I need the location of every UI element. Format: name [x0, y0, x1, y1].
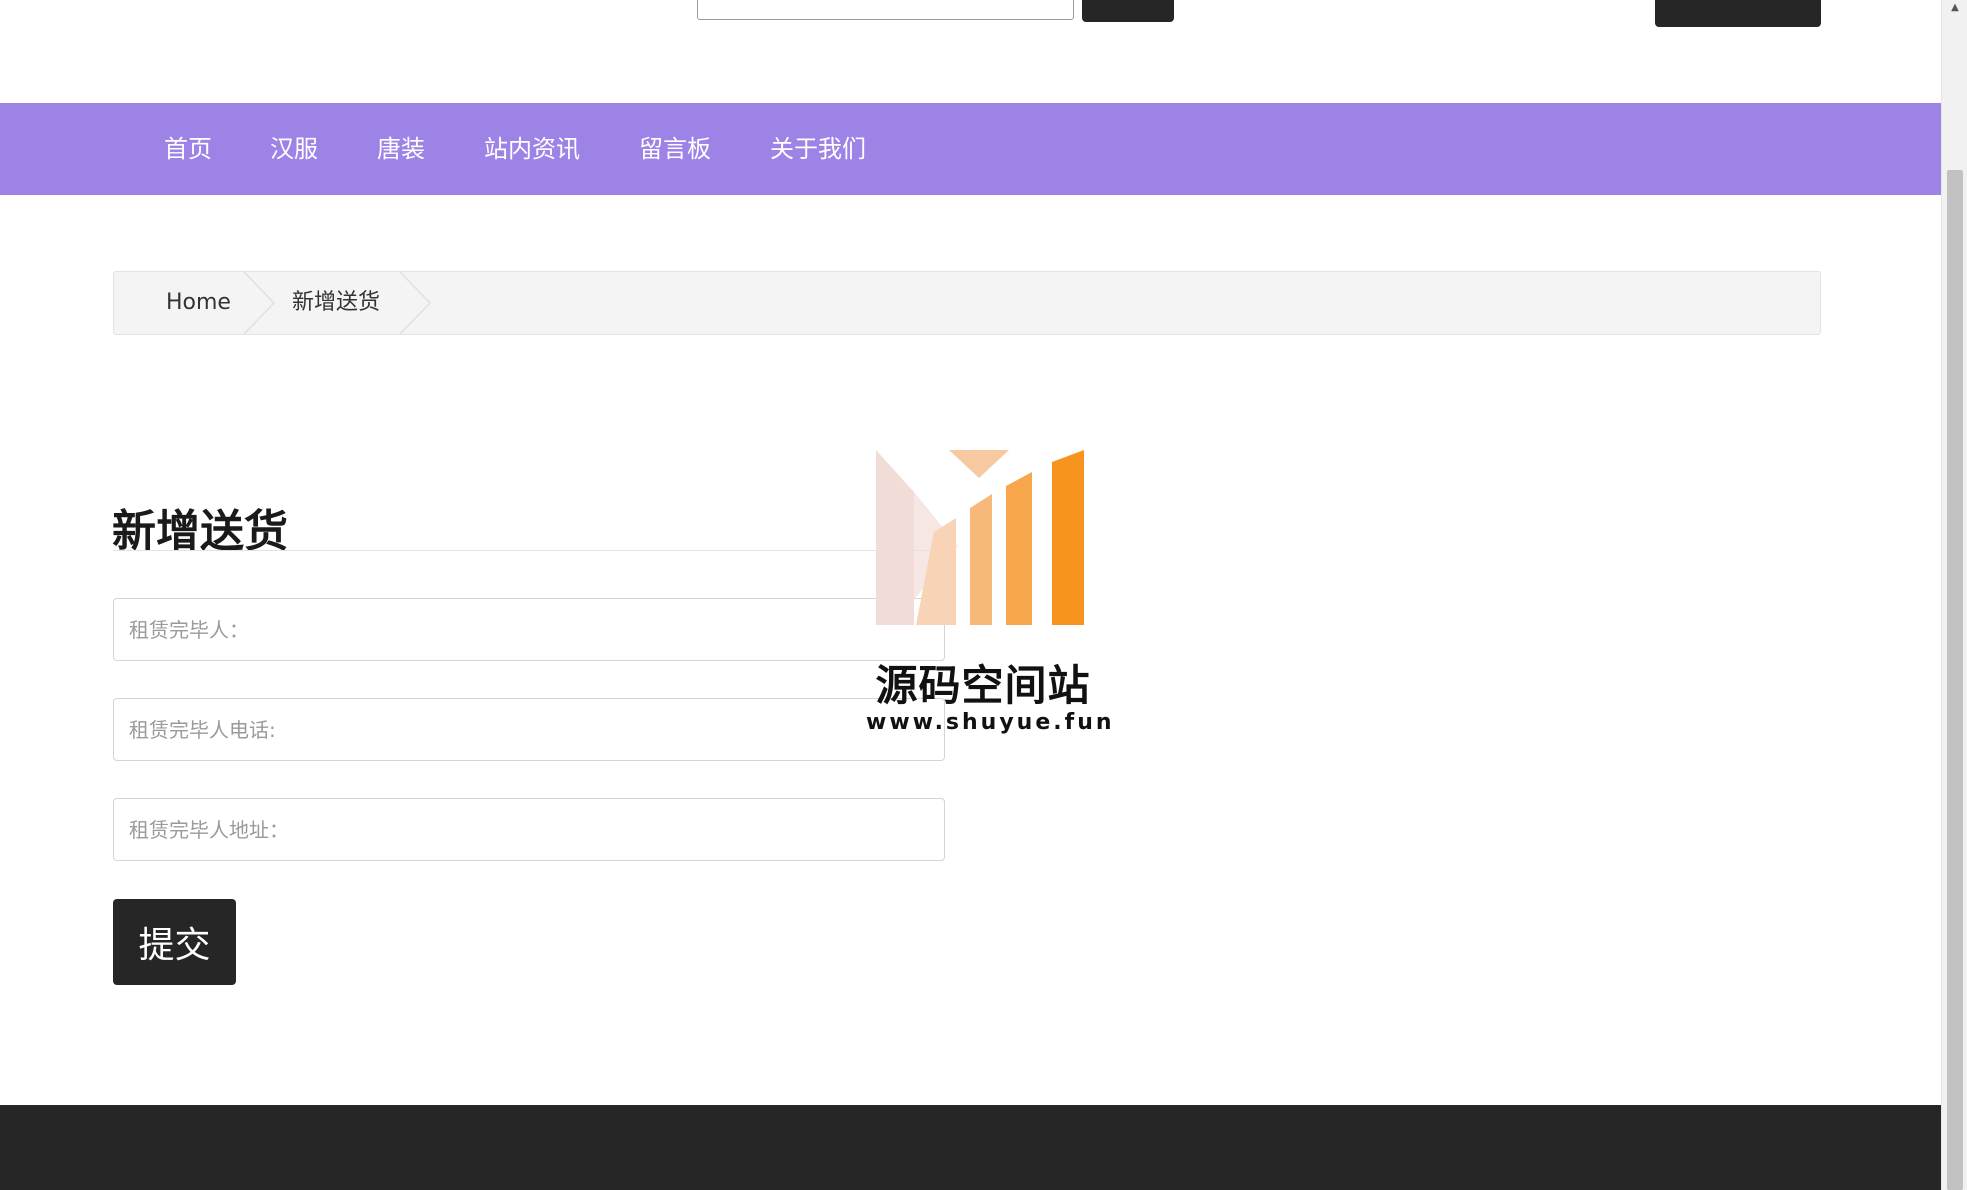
nav-item-hanfu[interactable]: 汉服 [270, 103, 318, 195]
top-right-button[interactable] [1655, 0, 1821, 27]
submit-button[interactable]: 提交 [113, 899, 236, 985]
breadcrumb-separator-icon [243, 272, 276, 334]
nav-item-about-us[interactable]: 关于我们 [770, 103, 866, 195]
renter-phone-input[interactable] [113, 698, 945, 761]
breadcrumb-separator-icon [399, 272, 432, 334]
watermark-url: www.shuyue.fun [866, 710, 1115, 735]
renter-address-input[interactable] [113, 798, 945, 861]
scrollbar-thumb[interactable] [1947, 170, 1963, 1190]
nav-item-message-board[interactable]: 留言板 [639, 103, 711, 195]
nav-item-news[interactable]: 站内资讯 [484, 103, 580, 195]
watermark-title: 源码空间站 [875, 661, 1091, 710]
footer [0, 1105, 1941, 1190]
title-divider [113, 550, 945, 551]
breadcrumb-home[interactable]: Home [166, 272, 231, 334]
nav-item-home[interactable]: 首页 [164, 103, 212, 195]
top-search-button[interactable] [1082, 0, 1174, 22]
breadcrumb-current: 新增送货 [292, 290, 381, 315]
renter-name-input[interactable] [113, 598, 945, 661]
breadcrumb: Home 新增送货 [113, 271, 1821, 335]
nav-item-tangzhuang[interactable]: 唐装 [377, 103, 425, 195]
vertical-scrollbar[interactable]: ▲ [1941, 0, 1967, 1190]
page: 首页 汉服 唐装 站内资讯 留言板 关于我们 Home 新增送货 新增送货 提交… [0, 0, 1941, 1190]
watermark-logo-icon [876, 450, 1084, 625]
scroll-up-icon[interactable]: ▲ [1942, 0, 1967, 16]
top-search-input[interactable] [697, 0, 1074, 20]
main-nav: 首页 汉服 唐装 站内资讯 留言板 关于我们 [0, 103, 1941, 195]
